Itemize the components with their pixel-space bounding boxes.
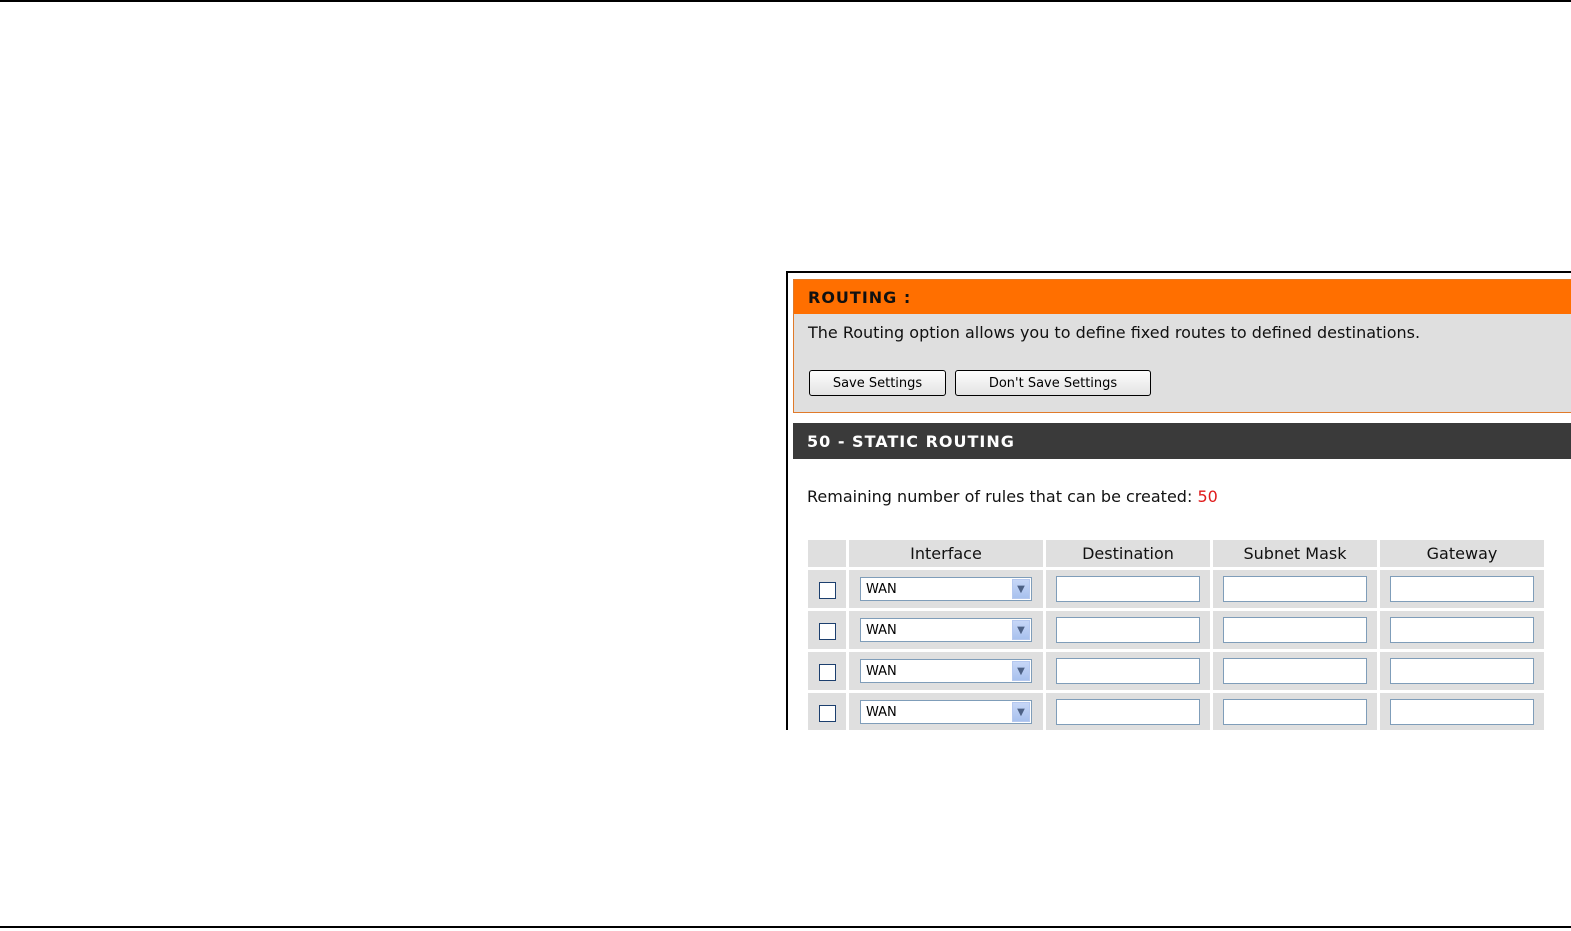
destination-input[interactable] [1056,699,1200,725]
table-row: WAN ▼ [808,652,1544,690]
row-subnet-mask-cell [1213,693,1377,730]
interface-select-value: WAN [866,581,897,597]
row-gateway-cell [1380,693,1544,730]
gateway-input[interactable] [1390,576,1534,602]
row-destination-cell [1046,652,1210,690]
page-bottom-rule [0,926,1571,928]
column-header-destination: Destination [1046,540,1210,567]
gateway-input[interactable] [1390,658,1534,684]
table-row: WAN ▼ [808,570,1544,608]
row-destination-cell [1046,693,1210,730]
row-checkbox-cell [808,611,846,649]
row-interface-cell: WAN ▼ [849,570,1043,608]
router-config-screenshot: ROUTING : The Routing option allows you … [786,271,1571,730]
row-enable-checkbox[interactable] [818,704,836,722]
row-interface-cell: WAN ▼ [849,693,1043,730]
gateway-input[interactable] [1390,617,1534,643]
interface-select-value: WAN [866,622,897,638]
interface-select-value: WAN [866,663,897,679]
row-interface-cell: WAN ▼ [849,611,1043,649]
gateway-input[interactable] [1390,699,1534,725]
subnet-mask-input[interactable] [1223,658,1367,684]
chevron-down-icon[interactable]: ▼ [1012,702,1030,722]
row-subnet-mask-cell [1213,611,1377,649]
chevron-down-icon[interactable]: ▼ [1012,579,1030,599]
remaining-rules-text: Remaining number of rules that can be cr… [807,487,1218,506]
subnet-mask-input[interactable] [1223,699,1367,725]
row-checkbox-cell [808,570,846,608]
page-top-rule [0,0,1571,2]
interface-select[interactable]: WAN ▼ [860,577,1032,601]
interface-select-value: WAN [866,704,897,720]
destination-input[interactable] [1056,617,1200,643]
row-interface-cell: WAN ▼ [849,652,1043,690]
row-gateway-cell [1380,652,1544,690]
chevron-down-icon[interactable]: ▼ [1012,661,1030,681]
table-header-row: Interface Destination Subnet Mask Gatewa… [808,540,1544,567]
row-enable-checkbox[interactable] [818,622,836,640]
dont-save-settings-button[interactable]: Don't Save Settings [955,370,1151,396]
table-row: WAN ▼ [808,611,1544,649]
subnet-mask-input[interactable] [1223,576,1367,602]
row-subnet-mask-cell [1213,570,1377,608]
save-settings-button[interactable]: Save Settings [809,370,946,396]
row-enable-checkbox[interactable] [818,663,836,681]
interface-select[interactable]: WAN ▼ [860,659,1032,683]
column-header-interface: Interface [849,540,1043,567]
interface-select[interactable]: WAN ▼ [860,618,1032,642]
row-checkbox-cell [808,652,846,690]
row-gateway-cell [1380,570,1544,608]
static-routing-table: Interface Destination Subnet Mask Gatewa… [805,537,1547,730]
subnet-mask-input[interactable] [1223,617,1367,643]
row-checkbox-cell [808,693,846,730]
routing-section: ROUTING : The Routing option allows you … [793,279,1571,413]
table-row: WAN ▼ [808,693,1544,730]
static-routing-header: 50 - STATIC ROUTING [793,423,1571,459]
column-header-subnet-mask: Subnet Mask [1213,540,1377,567]
row-subnet-mask-cell [1213,652,1377,690]
column-header-select [808,540,846,567]
chevron-down-icon[interactable]: ▼ [1012,620,1030,640]
row-enable-checkbox[interactable] [818,581,836,599]
routing-description: The Routing option allows you to define … [808,323,1421,342]
column-header-gateway: Gateway [1380,540,1544,567]
interface-select[interactable]: WAN ▼ [860,700,1032,724]
remaining-rules-count: 50 [1197,487,1218,506]
row-gateway-cell [1380,611,1544,649]
row-destination-cell [1046,611,1210,649]
remaining-rules-label: Remaining number of rules that can be cr… [807,487,1193,506]
destination-input[interactable] [1056,658,1200,684]
destination-input[interactable] [1056,576,1200,602]
row-destination-cell [1046,570,1210,608]
routing-header: ROUTING : [794,280,1571,314]
